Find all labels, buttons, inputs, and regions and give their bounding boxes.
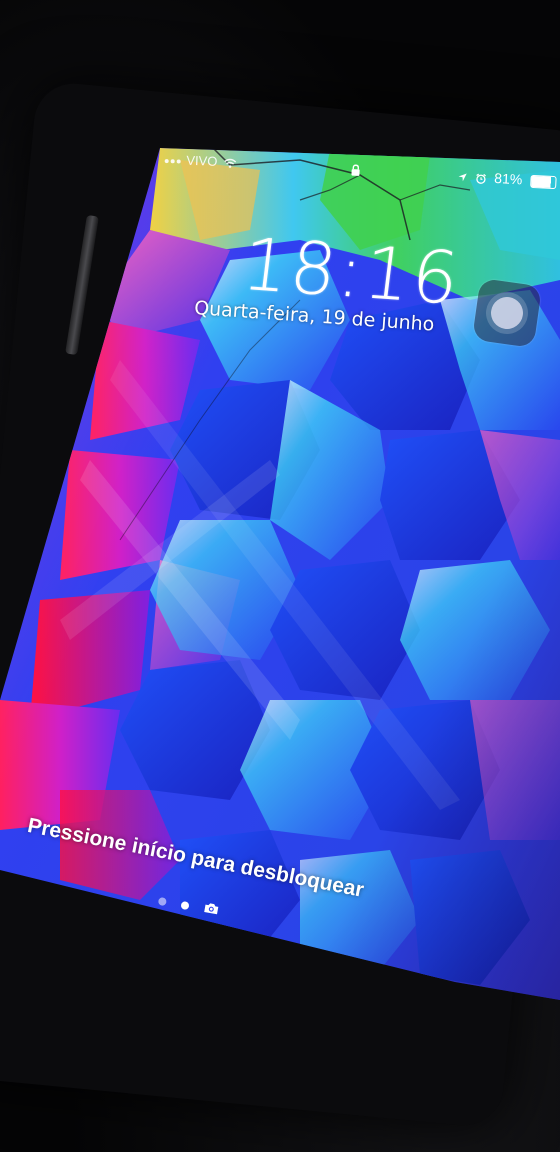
page-dot[interactable]: [157, 896, 168, 907]
camera-icon[interactable]: [202, 900, 220, 920]
photo-background: VIVO 81% 18:16 Quarta-feira, 19 de junho…: [0, 0, 560, 1152]
page-dot-active[interactable]: [180, 900, 190, 911]
lock-icon: [350, 164, 361, 180]
status-carrier: VIVO: [164, 152, 237, 170]
battery-icon: [529, 174, 557, 189]
signal-dot: [170, 158, 175, 163]
battery-percentage: 81%: [493, 169, 523, 188]
signal-dot: [176, 158, 181, 164]
location-arrow-icon: [458, 173, 467, 182]
assistive-touch-icon[interactable]: [471, 277, 543, 349]
carrier-name: VIVO: [186, 152, 218, 169]
wifi-icon: [224, 158, 237, 168]
alarm-clock-icon: [476, 173, 486, 184]
signal-dot: [164, 158, 169, 163]
